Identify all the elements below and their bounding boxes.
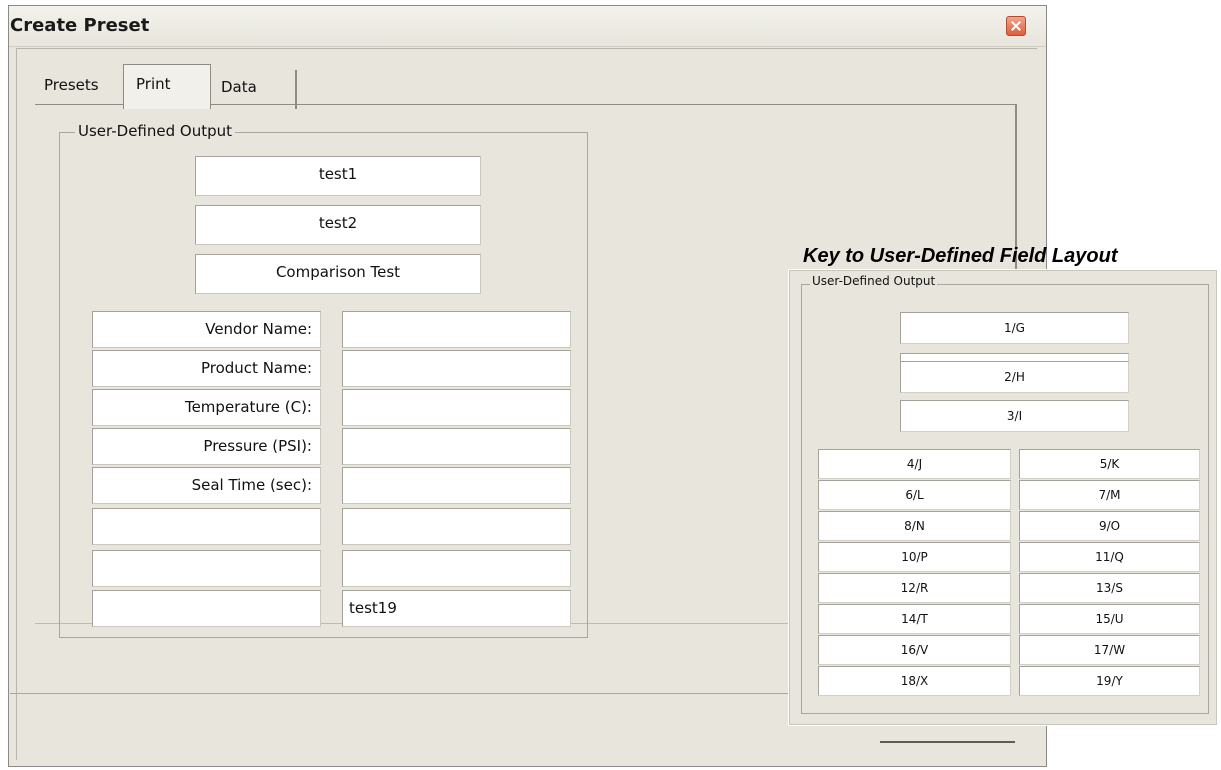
field-7-value[interactable] <box>342 350 571 387</box>
field-4-label[interactable]: Vendor Name: <box>92 311 321 348</box>
key-row-6-left: 16/V <box>818 635 1011 665</box>
key-field-2b: 2/H <box>900 361 1129 393</box>
key-row-7-left: 18/X <box>818 666 1011 696</box>
field-9-value[interactable] <box>342 389 571 426</box>
tab-print[interactable]: Print <box>123 64 211 109</box>
field-5-value[interactable] <box>342 311 571 348</box>
field-11-value[interactable] <box>342 428 571 465</box>
key-row-2-right: 9/O <box>1019 511 1200 541</box>
key-row-5-left: 14/T <box>818 604 1011 634</box>
field-14-label[interactable] <box>92 508 321 545</box>
key-row-5-right: 15/U <box>1019 604 1200 634</box>
key-row-1-right: 7/M <box>1019 480 1200 510</box>
key-row-7-right: 19/Y <box>1019 666 1200 696</box>
close-icon[interactable] <box>1006 16 1026 36</box>
key-row-3-right: 11/Q <box>1019 542 1200 572</box>
key-row-1-left: 6/L <box>818 480 1011 510</box>
tab-presets[interactable]: Presets <box>44 76 99 94</box>
footer-button-edge[interactable] <box>880 738 1015 743</box>
window-title: Create Preset <box>10 15 150 36</box>
field-12-label[interactable]: Seal Time (sec): <box>92 467 321 504</box>
user-defined-output-label: User-Defined Output <box>75 122 235 140</box>
field-2[interactable]: test2 <box>195 205 481 245</box>
tab-data[interactable]: Data <box>213 70 297 109</box>
field-16-label[interactable] <box>92 550 321 587</box>
title-bar: Create Preset <box>9 6 1046 47</box>
key-row-4-right: 13/S <box>1019 573 1200 603</box>
field-3[interactable]: Comparison Test <box>195 254 481 294</box>
key-row-0-left: 4/J <box>818 449 1011 479</box>
frame-left-border <box>16 48 17 760</box>
field-17-value[interactable] <box>342 550 571 587</box>
tab-print-label: Print <box>136 75 171 93</box>
field-18-label[interactable] <box>92 590 321 627</box>
key-field-3b: 3/I <box>900 400 1129 432</box>
key-field-1b: 1/G <box>900 312 1129 344</box>
key-row-6-right: 17/W <box>1019 635 1200 665</box>
key-row-4-left: 12/R <box>818 573 1011 603</box>
key-row-3-left: 10/P <box>818 542 1011 572</box>
field-13-value[interactable] <box>342 467 571 504</box>
field-19-value[interactable]: test19 <box>342 590 571 627</box>
tab-presets-label: Presets <box>44 76 99 94</box>
field-1[interactable]: test1 <box>195 156 481 196</box>
tab-data-label: Data <box>221 78 257 96</box>
key-row-2-left: 8/N <box>818 511 1011 541</box>
key-row-0-right: 5/K <box>1019 449 1200 479</box>
field-15-value[interactable] <box>342 508 571 545</box>
key-group-label: User-Defined Output <box>810 274 938 288</box>
frame-top-border <box>16 48 1037 49</box>
field-8-label[interactable]: Temperature (C): <box>92 389 321 426</box>
field-10-label[interactable]: Pressure (PSI): <box>92 428 321 465</box>
field-6-label[interactable]: Product Name: <box>92 350 321 387</box>
key-title: Key to User-Defined Field Layout <box>803 245 1118 267</box>
